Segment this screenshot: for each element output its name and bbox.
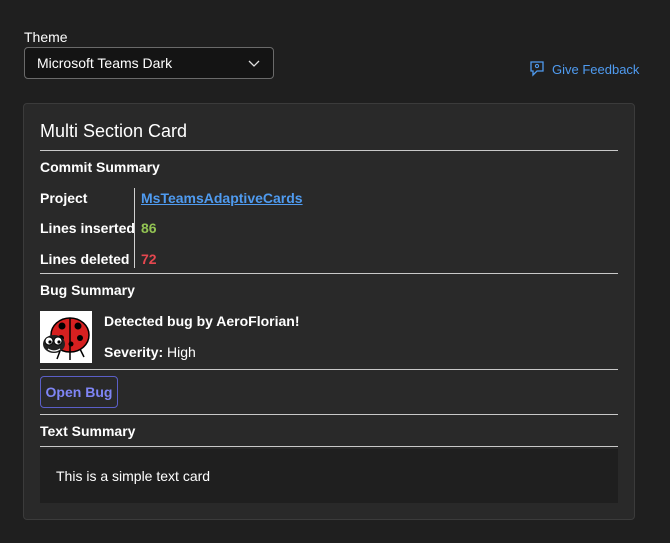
fact-divider (134, 188, 135, 268)
adaptive-card: Multi Section Card Commit Summary Projec… (23, 103, 635, 520)
commit-summary-title: Commit Summary (40, 159, 160, 175)
theme-dropdown[interactable]: Microsoft Teams Dark (24, 47, 274, 79)
fact-key-project: Project (40, 190, 88, 206)
open-bug-button[interactable]: Open Bug (40, 376, 118, 408)
chevron-down-icon (248, 60, 260, 67)
project-link[interactable]: MsTeamsAdaptiveCards (141, 190, 303, 206)
fact-key-lines-inserted: Lines inserted (40, 220, 135, 236)
separator (40, 446, 618, 447)
separator (40, 369, 618, 370)
separator (40, 273, 618, 274)
severity-label: Severity: (104, 344, 164, 360)
feedback-icon (530, 61, 544, 77)
theme-dropdown-value: Microsoft Teams Dark (37, 55, 173, 71)
fact-key-lines-deleted: Lines deleted (40, 251, 130, 267)
separator (40, 150, 618, 151)
text-summary-title: Text Summary (40, 423, 136, 439)
bug-severity: Severity: High (104, 344, 196, 360)
text-summary-body: This is a simple text card (40, 449, 618, 503)
ladybug-image (40, 311, 92, 363)
bug-headline: Detected bug by AeroFlorian! (104, 313, 300, 329)
lines-deleted-value: 72 (141, 251, 157, 267)
give-feedback-label: Give Feedback (552, 61, 640, 77)
give-feedback-link[interactable]: Give Feedback (528, 60, 639, 78)
bug-summary-title: Bug Summary (40, 282, 135, 298)
text-summary-content: This is a simple text card (56, 468, 211, 484)
separator (40, 414, 618, 415)
theme-label: Theme (24, 29, 68, 45)
lines-inserted-value: 86 (141, 220, 157, 236)
severity-value: High (167, 344, 196, 360)
card-title: Multi Section Card (40, 121, 188, 141)
